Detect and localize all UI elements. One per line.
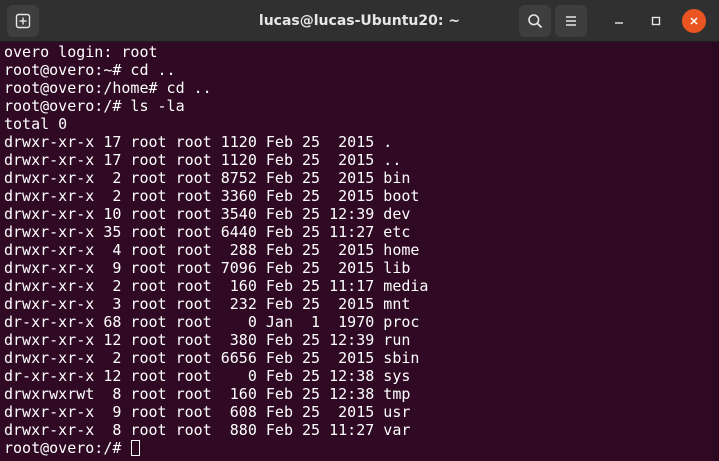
shell-prompt: root@overo:/#: [4, 439, 131, 457]
scrollbar-track[interactable]: [712, 43, 719, 461]
terminal-line: root@overo:~# cd ..: [4, 61, 176, 79]
terminal-line: drwxr-xr-x 2 root root 8752 Feb 25 2015 …: [4, 169, 411, 187]
terminal-line: drwxr-xr-x 9 root root 7096 Feb 25 2015 …: [4, 259, 411, 277]
terminal-line: overo login: root: [4, 43, 158, 61]
terminal-line: drwxr-xr-x 3 root root 232 Feb 25 2015 m…: [4, 295, 411, 313]
terminal-line: drwxr-xr-x 17 root root 1120 Feb 25 2015…: [4, 151, 402, 169]
minimize-icon: [615, 22, 623, 24]
terminal-line: drwxr-xr-x 4 root root 288 Feb 25 2015 h…: [4, 241, 420, 259]
terminal-line: drwxr-xr-x 12 root root 380 Feb 25 12:39…: [4, 331, 411, 349]
terminal-line: dr-xr-xr-x 12 root root 0 Feb 25 12:38 s…: [4, 367, 411, 385]
terminal-line: root@overo:/home# cd ..: [4, 79, 212, 97]
terminal-line: drwxrwxrwt 8 root root 160 Feb 25 12:38 …: [4, 385, 411, 403]
close-button[interactable]: [682, 9, 706, 33]
terminal-line: drwxr-xr-x 35 root root 6440 Feb 25 11:2…: [4, 223, 411, 241]
terminal-line: drwxr-xr-x 2 root root 6656 Feb 25 2015 …: [4, 349, 420, 367]
terminal-output[interactable]: overo login: root root@overo:~# cd .. ro…: [4, 43, 712, 461]
terminal-line: root@overo:/# ls -la: [4, 97, 185, 115]
search-button[interactable]: [519, 5, 551, 37]
search-icon: [528, 14, 543, 29]
terminal-line: drwxr-xr-x 10 root root 3540 Feb 25 12:3…: [4, 205, 411, 223]
terminal-line: drwxr-xr-x 2 root root 160 Feb 25 11:17 …: [4, 277, 429, 295]
close-icon: [690, 17, 698, 25]
terminal-line: dr-xr-xr-x 68 root root 0 Jan 1 1970 pro…: [4, 313, 420, 331]
terminal-line: drwxr-xr-x 2 root root 3360 Feb 25 2015 …: [4, 187, 420, 205]
terminal-line: drwxr-xr-x 17 root root 1120 Feb 25 2015…: [4, 133, 393, 151]
terminal-line: total 0: [4, 115, 68, 133]
menu-button[interactable]: [555, 5, 587, 37]
prompt-line[interactable]: root@overo:/#: [4, 439, 712, 457]
maximize-button[interactable]: [644, 9, 668, 33]
text-cursor: [131, 440, 141, 456]
hamburger-menu-icon: [566, 16, 576, 26]
terminal-line: drwxr-xr-x 9 root root 608 Feb 25 2015 u…: [4, 403, 411, 421]
terminal-window: lucas@lucas-Ubuntu20: ~ overo login: roo…: [0, 0, 719, 461]
maximize-icon: [651, 16, 661, 26]
title-bar[interactable]: lucas@lucas-Ubuntu20: ~: [0, 0, 719, 42]
terminal-line: drwxr-xr-x 8 root root 880 Feb 25 11:27 …: [4, 421, 411, 439]
minimize-button[interactable]: [607, 9, 631, 33]
